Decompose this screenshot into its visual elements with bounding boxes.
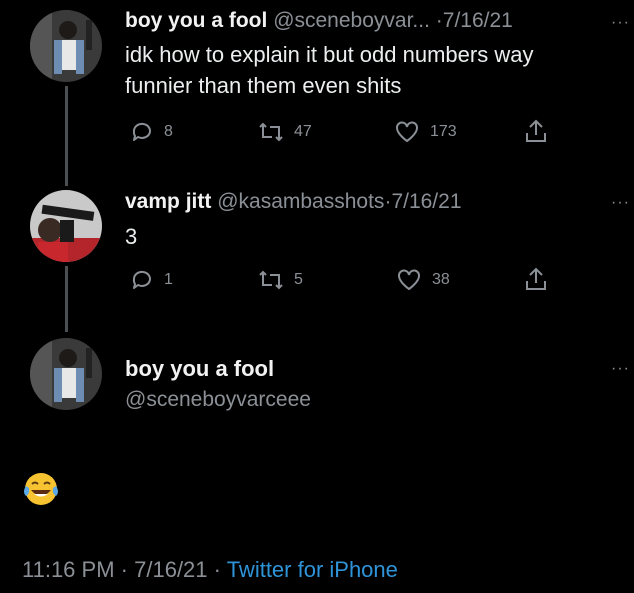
retweet-icon <box>259 270 283 290</box>
tweet1-text-line1: idk how to explain it but odd numbers wa… <box>125 42 534 67</box>
heart-icon <box>398 269 420 291</box>
heart-icon <box>396 121 418 143</box>
tweet2-reply-count: 1 <box>164 271 173 288</box>
footer-source-link[interactable]: Twitter for iPhone <box>227 557 398 582</box>
tweet1-separator: · <box>435 9 443 32</box>
footer-time[interactable]: 11:16 PM <box>22 557 115 582</box>
profile-photo-icon <box>30 190 102 262</box>
footer-separator: · <box>120 557 128 582</box>
profile-photo-icon <box>30 338 102 410</box>
tweet2-like-button[interactable]: 38 <box>396 268 450 292</box>
thread-connector-line <box>65 266 68 332</box>
tweet2-handle[interactable]: @kasambasshots <box>217 190 384 213</box>
tweet2-like-count: 38 <box>432 271 450 288</box>
tweet1-retweet-count: 47 <box>294 123 312 140</box>
tweet2-header: vamp jitt @kasambasshots·7/16/21 <box>125 190 462 214</box>
main-display-name[interactable]: boy you a fool <box>125 356 274 382</box>
avatar-boy-you-a-fool-main[interactable] <box>30 338 102 410</box>
tweet1-header: boy you a fool @sceneboyvar... ·7/16/21 <box>125 9 513 33</box>
face-with-tears-of-joy-icon <box>24 473 58 505</box>
avatar-vamp-jitt[interactable] <box>30 190 102 262</box>
tweet2-date[interactable]: 7/16/21 <box>391 190 461 213</box>
tweet1-text: idk how to explain it but odd numbers wa… <box>125 39 533 101</box>
tweet2-text: 3 <box>125 224 138 249</box>
tweet1-more-button[interactable]: ··· <box>611 14 630 32</box>
tweet1-reply-count: 8 <box>164 123 173 140</box>
tweet1-reply-button[interactable]: 8 <box>130 120 173 144</box>
tweet2-display-name[interactable]: vamp jitt <box>125 190 211 213</box>
share-icon <box>526 267 546 290</box>
thread-connector-line <box>65 86 68 186</box>
reply-icon <box>132 270 151 289</box>
avatar-boy-you-a-fool[interactable] <box>30 10 102 82</box>
tweet1-like-button[interactable]: 173 <box>394 120 457 144</box>
tweet2-retweet-count: 5 <box>294 271 303 288</box>
tweet1-retweet-button[interactable]: 47 <box>258 120 312 144</box>
tweet2-retweet-button[interactable]: 5 <box>258 268 303 292</box>
footer-separator-2: · <box>213 557 221 582</box>
tweet1-text-line2: funnier than them even shits <box>125 73 402 98</box>
tweet1-handle[interactable]: @sceneboyvar... <box>273 9 430 32</box>
tweet2-more-button[interactable]: ··· <box>611 194 630 212</box>
share-icon <box>526 119 546 142</box>
tweet2-reply-button[interactable]: 1 <box>130 268 173 292</box>
footer-date[interactable]: 7/16/21 <box>134 557 207 582</box>
profile-photo-icon <box>30 10 102 82</box>
tweet1-share-button[interactable] <box>524 118 548 144</box>
retweet-icon <box>259 122 283 142</box>
tweet1-date[interactable]: 7/16/21 <box>443 9 513 32</box>
tweet1-display-name[interactable]: boy you a fool <box>125 9 267 32</box>
tweet-thread: boy you a fool @sceneboyvar... ·7/16/21 … <box>0 0 634 593</box>
main-more-button[interactable]: ··· <box>611 360 630 378</box>
tweet-timestamp-footer: 11:16 PM · 7/16/21 · Twitter for iPhone <box>22 557 398 583</box>
tweet2-share-button[interactable] <box>524 266 548 292</box>
tweet1-like-count: 173 <box>430 123 457 140</box>
reply-icon <box>132 122 151 141</box>
main-handle[interactable]: @sceneboyvarceee <box>125 388 311 412</box>
